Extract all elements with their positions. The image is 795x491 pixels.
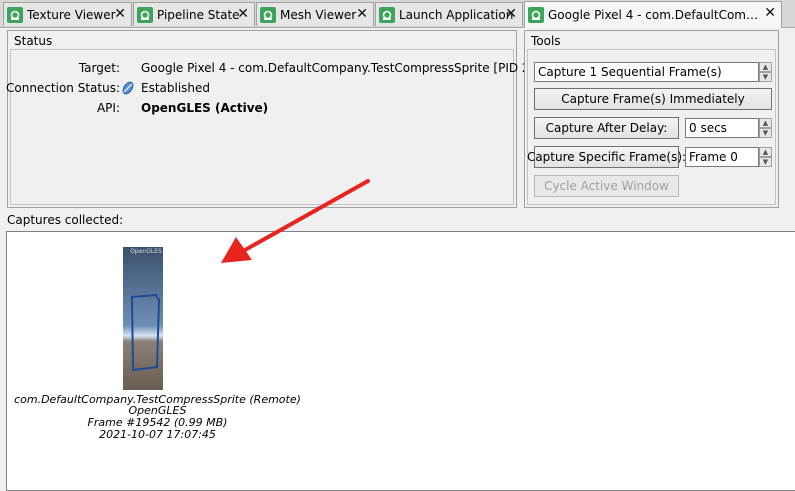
tab-remote-device[interactable]: Google Pixel 4 - com.DefaultCompany.Test… <box>524 1 782 28</box>
spin-up-icon[interactable]: ▲ <box>759 118 772 128</box>
renderdoc-tab-icon <box>260 6 276 23</box>
spin-down-icon[interactable]: ▼ <box>759 72 772 82</box>
tab-label: Launch Application <box>399 7 514 22</box>
tab-pipeline-state[interactable]: Pipeline State ✕ <box>133 2 255 26</box>
connection-status-label: Connection Status: <box>6 81 120 95</box>
frame-field[interactable]: Frame 0 <box>685 147 759 167</box>
delay-field[interactable]: 0 secs <box>685 118 759 138</box>
spin-up-icon[interactable]: ▲ <box>759 62 772 72</box>
frame-spinner[interactable]: ▲ ▼ <box>759 147 772 167</box>
renderdoc-tab-icon <box>137 6 153 23</box>
target-value: Google Pixel 4 - com.DefaultCompany.Test… <box>141 61 565 75</box>
thumbnail-api-label: OpenGLES <box>130 248 162 255</box>
status-group-title: Status <box>14 34 53 48</box>
tools-group-title: Tools <box>531 34 561 48</box>
tab-mesh-viewer[interactable]: Mesh Viewer ✕ <box>256 2 374 26</box>
connection-icon <box>121 80 135 96</box>
capture-specific-frames-button[interactable]: Capture Specific Frame(s): <box>527 146 686 168</box>
capture-frame: Frame #19542 (0.99 MB) <box>87 416 228 429</box>
tab-launch-application[interactable]: Launch Application ✕ <box>375 2 523 26</box>
close-icon[interactable]: ✕ <box>764 6 776 20</box>
spin-up-icon[interactable]: ▲ <box>759 147 772 157</box>
renderdoc-tab-icon <box>7 6 23 23</box>
renderdoc-tab-icon <box>379 6 395 23</box>
close-icon[interactable]: ✕ <box>237 7 249 21</box>
tab-texture-viewer[interactable]: Texture Viewer ✕ <box>3 2 132 26</box>
capture-timestamp: 2021-10-07 17:07:45 <box>99 428 216 441</box>
status-group: Status Target: Google Pixel 4 - com.Defa… <box>6 30 565 208</box>
spin-down-icon[interactable]: ▼ <box>759 128 772 138</box>
close-icon[interactable]: ✕ <box>356 7 368 21</box>
tab-label: Pipeline State <box>157 7 240 22</box>
api-label: API: <box>96 101 120 115</box>
connection-status-value: Established <box>141 81 211 95</box>
close-icon[interactable]: ✕ <box>505 7 517 21</box>
tab-label: Google Pixel 4 - com.DefaultCompany.Test… <box>548 8 760 22</box>
tab-bar: Texture Viewer ✕ Pipeline State ✕ Mesh V… <box>0 0 795 28</box>
api-value: OpenGLES (Active) <box>141 101 269 115</box>
delay-spinner[interactable]: ▲ ▼ <box>759 118 772 138</box>
spin-down-icon[interactable]: ▼ <box>759 157 772 167</box>
capture-mode-field[interactable]: Capture 1 Sequential Frame(s) <box>534 62 759 82</box>
close-icon[interactable]: ✕ <box>114 7 126 21</box>
cycle-active-window-button[interactable]: Cycle Active Window <box>534 175 679 197</box>
renderdoc-tab-icon <box>528 7 544 23</box>
capture-api: OpenGLES <box>128 404 187 417</box>
capture-now-button[interactable]: Capture Frame(s) Immediately <box>534 88 772 110</box>
tab-label: Mesh Viewer <box>280 7 357 22</box>
captures-collected-label: Captures collected: <box>7 213 124 227</box>
target-label: Target: <box>78 61 120 75</box>
capture-thumbnail-image <box>123 247 163 390</box>
capture-mode-spinner[interactable]: ▲ ▼ <box>759 62 772 82</box>
capture-thumbnail[interactable]: OpenGLES <box>123 247 163 390</box>
tab-label: Texture Viewer <box>27 7 116 22</box>
tools-group: Tools Capture 1 Sequential Frame(s) ▲ ▼ C… <box>524 30 779 208</box>
capture-after-delay-button[interactable]: Capture After Delay: <box>534 117 679 139</box>
